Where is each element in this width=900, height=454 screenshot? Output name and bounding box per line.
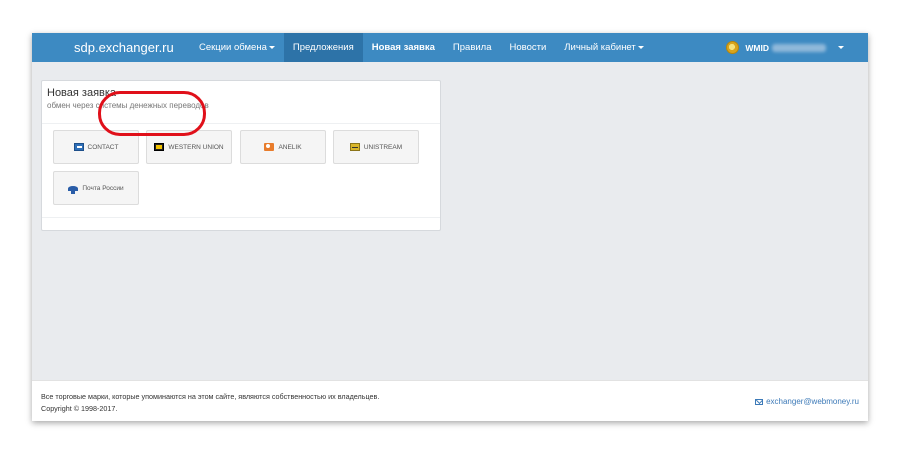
nav-item-label: Предложения (292, 42, 354, 53)
western-union-logo-icon (154, 143, 165, 151)
caret-down-icon (637, 45, 644, 49)
caret-down-icon (838, 46, 844, 49)
unistream-logo-icon (349, 143, 360, 151)
new-request-panel: Новая заявка обмен через системы денежны… (41, 80, 441, 231)
divider (42, 123, 440, 124)
user-menu[interactable]: WMID (726, 33, 844, 62)
panel-subtitle: обмен через системы денежных переводов (47, 101, 209, 110)
browser-window: sdp.exchanger.ru Секции обмена Предложен… (32, 33, 868, 421)
panel-title: Новая заявка (47, 87, 117, 99)
page-footer: Все торговые марки, которые упоминаются … (32, 380, 868, 421)
nav-item-label: Новости (509, 42, 547, 53)
webmoney-coin-icon (726, 41, 740, 54)
wmid-label: WMID (745, 42, 769, 53)
system-tile-contact[interactable]: CONTACT (53, 130, 139, 164)
footer-email-link[interactable]: exchanger@webmoney.ru (755, 397, 859, 406)
nav-item-personal-cabinet[interactable]: Личный кабинет (555, 33, 652, 62)
system-label: Почта России (82, 184, 124, 192)
system-tile-russian-post[interactable]: Почта России (53, 171, 139, 205)
system-tile-anelik[interactable]: ANELIK (240, 130, 326, 164)
nav-item-exchange-sections[interactable]: Секции обмена (190, 33, 284, 62)
nav-item-label: Личный кабинет (564, 42, 636, 53)
footer-text: Все торговые марки, которые упоминаются … (41, 391, 379, 415)
nav-item-new-request[interactable]: Новая заявка (363, 33, 444, 62)
nav-item-offers[interactable]: Предложения (283, 33, 363, 62)
caret-down-icon (268, 45, 275, 49)
system-label: CONTACT (87, 143, 119, 151)
nav-item-label: Секции обмена (199, 42, 267, 53)
nav-item-news[interactable]: Новости (501, 33, 556, 62)
top-navbar: sdp.exchanger.ru Секции обмена Предложен… (32, 33, 868, 62)
russian-post-logo-icon (68, 184, 79, 194)
system-label: UNISTREAM (363, 143, 403, 151)
brand-logo-link[interactable]: sdp.exchanger.ru (74, 33, 174, 62)
nav-item-rules[interactable]: Правила (444, 33, 501, 62)
anelik-logo-icon (264, 143, 275, 151)
system-tile-unistream[interactable]: UNISTREAM (333, 130, 419, 164)
divider (42, 217, 440, 218)
nav-item-label: Новая заявка (371, 42, 435, 53)
footer-copyright: Copyright © 1998-2017. (41, 404, 118, 413)
system-tile-western-union[interactable]: WESTERN UNION (146, 130, 232, 164)
contact-logo-icon (73, 143, 84, 151)
footer-disclaimer: Все торговые марки, которые упоминаются … (41, 392, 380, 401)
main-nav: Секции обмена Предложения Новая заявка П… (190, 33, 653, 62)
envelope-icon (755, 398, 764, 405)
system-label: WESTERN UNION (168, 143, 224, 151)
nav-item-label: Правила (452, 42, 492, 53)
wmid-value-redacted (772, 43, 826, 52)
system-label: ANELIK (278, 143, 302, 151)
footer-email-label: exchanger@webmoney.ru (766, 397, 859, 406)
